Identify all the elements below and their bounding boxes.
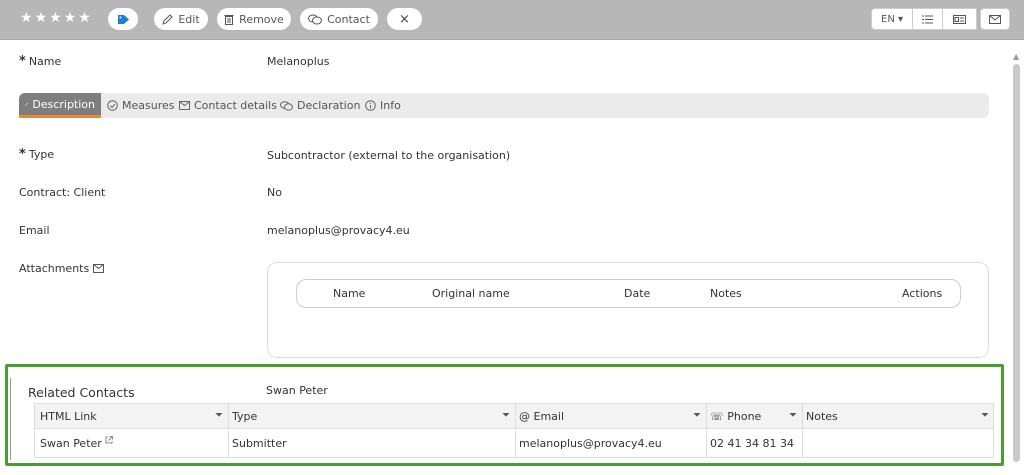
required-marker: * xyxy=(19,54,26,69)
filter-icon[interactable]: ⏷ xyxy=(981,410,989,421)
trash-icon xyxy=(224,14,234,25)
attachments-label: Attachments xyxy=(19,262,105,275)
star-icon[interactable]: ★ xyxy=(20,10,33,26)
star-icon[interactable]: ★ xyxy=(35,10,48,26)
type-value: Subcontractor (external to the organisat… xyxy=(267,149,511,162)
column-header-notes[interactable]: Notes xyxy=(710,287,742,300)
tab-declaration[interactable]: Declaration xyxy=(274,93,360,118)
filter-icon[interactable]: ⏷ xyxy=(693,410,701,421)
scrollbar-thumb[interactable] xyxy=(1013,64,1020,462)
pencil-icon xyxy=(25,102,29,106)
column-header-actions[interactable]: Actions xyxy=(902,287,942,300)
contact-button[interactable]: Contact xyxy=(300,8,378,30)
name-value: Melanoplus xyxy=(267,55,330,68)
column-header-notes[interactable]: Notes xyxy=(806,410,838,423)
remove-button-label: Remove xyxy=(239,12,284,26)
star-icon[interactable]: ★ xyxy=(78,10,91,26)
table-cell xyxy=(802,429,994,458)
language-select[interactable]: EN ▾ xyxy=(871,8,913,30)
envelope-icon[interactable] xyxy=(93,264,105,273)
list-view-button[interactable] xyxy=(913,8,943,30)
contract-label: Contract: Client xyxy=(19,186,106,199)
star-icon[interactable]: ★ xyxy=(64,10,77,26)
remove-button[interactable]: Remove xyxy=(217,8,291,30)
pencil-icon xyxy=(162,13,174,25)
column-header-original-name[interactable]: Original name xyxy=(432,287,510,300)
language-label: EN ▾ xyxy=(881,13,903,25)
contact-email: melanoplus@provacy4.eu xyxy=(519,437,662,450)
attachments-panel xyxy=(267,262,989,358)
tab-measures[interactable]: Measures xyxy=(101,93,174,118)
grid-header-type xyxy=(228,403,516,429)
chat-icon xyxy=(308,14,323,24)
toolbar: ★ ★ ★ ★ ★ Edit Remove Contact × EN ▾ xyxy=(0,0,1024,40)
column-header-phone[interactable]: ☏ Phone xyxy=(710,410,761,423)
contract-value: No xyxy=(267,186,282,199)
column-header-name[interactable]: Name xyxy=(333,287,365,300)
contact-button-label: Contact xyxy=(327,12,370,26)
info-icon xyxy=(365,100,376,111)
star-icon[interactable]: ★ xyxy=(49,10,62,26)
envelope-icon xyxy=(989,14,1001,24)
tab-info[interactable]: Info xyxy=(359,93,401,118)
filter-icon[interactable]: ⏷ xyxy=(789,410,797,421)
related-contacts-title: Related Contacts xyxy=(28,385,135,400)
tab-contact-details[interactable]: Contact details xyxy=(173,93,277,118)
filter-icon[interactable]: ⏷ xyxy=(215,410,223,421)
required-marker: * xyxy=(19,147,26,162)
section-divider xyxy=(10,378,11,460)
envelope-icon xyxy=(179,101,190,110)
check-circle-icon xyxy=(107,100,118,111)
column-header-type[interactable]: Type xyxy=(232,410,257,423)
tab-bar: Description Measures Contact details Dec… xyxy=(19,93,989,118)
type-label: * Type xyxy=(19,147,55,162)
list-icon xyxy=(922,15,933,23)
edit-button-label: Edit xyxy=(178,12,200,26)
rating-stars[interactable]: ★ ★ ★ ★ ★ xyxy=(20,10,91,26)
email-value: melanoplus@provacy4.eu xyxy=(267,224,410,237)
card-view-button[interactable] xyxy=(943,8,977,30)
column-header-email[interactable]: @ Email xyxy=(519,410,564,423)
contact-link[interactable]: Swan Peter xyxy=(40,436,113,450)
close-button[interactable]: × xyxy=(387,8,422,30)
scroll-up-icon[interactable]: ▲ xyxy=(1013,52,1019,61)
contact-type: Submitter xyxy=(232,437,287,450)
close-icon: × xyxy=(399,11,410,27)
edit-button[interactable]: Edit xyxy=(154,8,208,30)
external-link-icon[interactable] xyxy=(105,436,113,444)
id-card-icon xyxy=(953,14,966,24)
view-toggle-group: EN ▾ xyxy=(871,8,977,30)
tag-icon xyxy=(117,14,129,24)
name-label: * Name xyxy=(19,54,62,69)
chat-icon xyxy=(280,100,293,111)
email-label: Email xyxy=(19,224,50,237)
filter-icon[interactable]: ⏷ xyxy=(502,410,510,421)
scrollbar[interactable]: ▲ xyxy=(1010,52,1022,472)
tab-description[interactable]: Description xyxy=(19,93,101,118)
column-header-date[interactable]: Date xyxy=(624,287,650,300)
mail-button[interactable] xyxy=(980,8,1010,30)
contact-phone: 02 41 34 81 34 xyxy=(710,437,794,450)
related-contacts-summary: Swan Peter xyxy=(266,384,328,397)
column-header-html-link[interactable]: HTML Link xyxy=(40,410,97,423)
tag-button[interactable] xyxy=(108,8,138,30)
